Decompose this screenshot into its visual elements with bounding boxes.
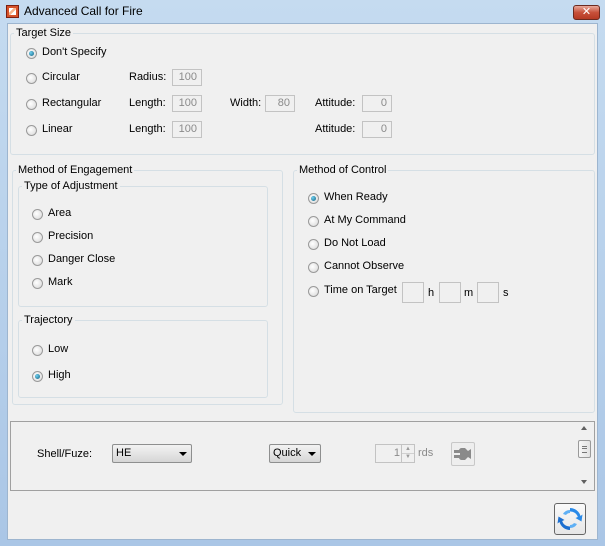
scroll-up-icon[interactable] <box>581 426 587 430</box>
tot-hours-unit: h <box>428 287 435 299</box>
label-at-my-command: At My Command <box>324 214 406 226</box>
connect-button[interactable] <box>451 442 475 466</box>
tot-minutes-field[interactable] <box>439 282 461 303</box>
rect-width-field[interactable]: 80 <box>265 95 295 112</box>
rect-length-label: Length: <box>129 97 166 109</box>
rounds-unit: rds <box>418 447 434 459</box>
chevron-down-icon <box>308 452 316 456</box>
radio-circular[interactable] <box>26 73 37 84</box>
rounds-value: 1 <box>393 447 400 459</box>
rounds-spinner[interactable]: 1 ▲ ▼ <box>375 444 415 463</box>
label-dont-specify: Don't Specify <box>42 46 107 58</box>
label-when-ready: When Ready <box>324 191 388 203</box>
linear-length-label: Length: <box>129 123 166 135</box>
radio-time-on-target[interactable] <box>308 286 319 297</box>
shell-select-value: HE <box>116 447 132 459</box>
tot-hours-field[interactable] <box>402 282 424 303</box>
radio-low[interactable] <box>32 345 43 356</box>
scroll-down-icon[interactable] <box>581 480 587 484</box>
method-of-control-legend: Method of Control <box>299 164 387 176</box>
label-precision: Precision <box>48 230 94 242</box>
shell-select[interactable]: HE <box>112 444 192 463</box>
tot-minutes-unit: m <box>464 287 474 299</box>
radius-field[interactable]: 100 <box>172 69 202 86</box>
tot-seconds-field[interactable] <box>477 282 499 303</box>
rect-length-field[interactable]: 100 <box>172 95 202 112</box>
radio-rectangular[interactable] <box>26 99 37 110</box>
window-title: Advanced Call for Fire <box>24 4 143 18</box>
radio-at-my-command[interactable] <box>308 216 319 227</box>
rect-attitude-label: Attitude: <box>315 97 356 109</box>
label-area: Area <box>48 207 72 219</box>
fuze-select[interactable]: Quick <box>269 444 321 463</box>
plug-icon <box>454 447 471 461</box>
refresh-icon <box>557 508 583 530</box>
dialog-window: Advanced Call for Fire ✕ Target Size Don… <box>0 0 605 546</box>
munitions-panel: Shell/Fuze: HE Quick 1 ▲ ▼ rds <box>10 421 595 491</box>
method-of-engagement-legend: Method of Engagement <box>18 164 133 176</box>
fuze-select-value: Quick <box>273 447 302 459</box>
munitions-scrollbar[interactable] <box>577 422 594 490</box>
spin-down-icon[interactable]: ▼ <box>402 453 414 461</box>
close-button[interactable]: ✕ <box>573 5 600 20</box>
trajectory-group: Trajectory <box>18 314 268 398</box>
type-of-adjustment-legend: Type of Adjustment <box>24 180 118 192</box>
rect-width-label: Width: <box>230 97 262 109</box>
label-time-on-target: Time on Target <box>324 284 397 296</box>
trajectory-legend: Trajectory <box>24 314 73 326</box>
refresh-button[interactable] <box>554 503 586 535</box>
radius-label: Radius: <box>129 71 167 83</box>
rounds-spinner-buttons: ▲ ▼ <box>401 445 414 462</box>
radio-do-not-load[interactable] <box>308 239 319 250</box>
radio-cannot-observe[interactable] <box>308 262 319 273</box>
radio-linear[interactable] <box>26 125 37 136</box>
label-high: High <box>48 369 71 381</box>
title-bar[interactable]: Advanced Call for Fire ✕ <box>0 0 605 24</box>
label-mark: Mark <box>48 276 73 288</box>
rect-attitude-field[interactable]: 0 <box>362 95 392 112</box>
linear-attitude-field[interactable]: 0 <box>362 121 392 138</box>
dialog-client-area: Target Size Don't Specify Circular Radiu… <box>7 23 598 540</box>
radio-when-ready[interactable] <box>308 193 319 204</box>
target-size-legend: Target Size <box>16 27 72 39</box>
label-cannot-observe: Cannot Observe <box>324 260 405 272</box>
tot-seconds-unit: s <box>503 287 509 299</box>
radio-dont-specify[interactable] <box>26 48 37 59</box>
linear-length-field[interactable]: 100 <box>172 121 202 138</box>
label-do-not-load: Do Not Load <box>324 237 386 249</box>
linear-attitude-label: Attitude: <box>315 123 356 135</box>
label-low: Low <box>48 343 69 355</box>
app-icon <box>6 5 19 18</box>
label-linear: Linear <box>42 123 73 135</box>
label-circular: Circular <box>42 71 80 83</box>
chevron-down-icon <box>179 452 187 456</box>
label-rectangular: Rectangular <box>42 97 102 109</box>
label-danger-close: Danger Close <box>48 253 116 265</box>
radio-high[interactable] <box>32 371 43 382</box>
scroll-thumb[interactable] <box>578 440 591 458</box>
radio-precision[interactable] <box>32 232 43 243</box>
radio-mark[interactable] <box>32 278 43 289</box>
shell-fuze-label: Shell/Fuze: <box>37 448 93 460</box>
radio-area[interactable] <box>32 209 43 220</box>
radio-danger-close[interactable] <box>32 255 43 266</box>
